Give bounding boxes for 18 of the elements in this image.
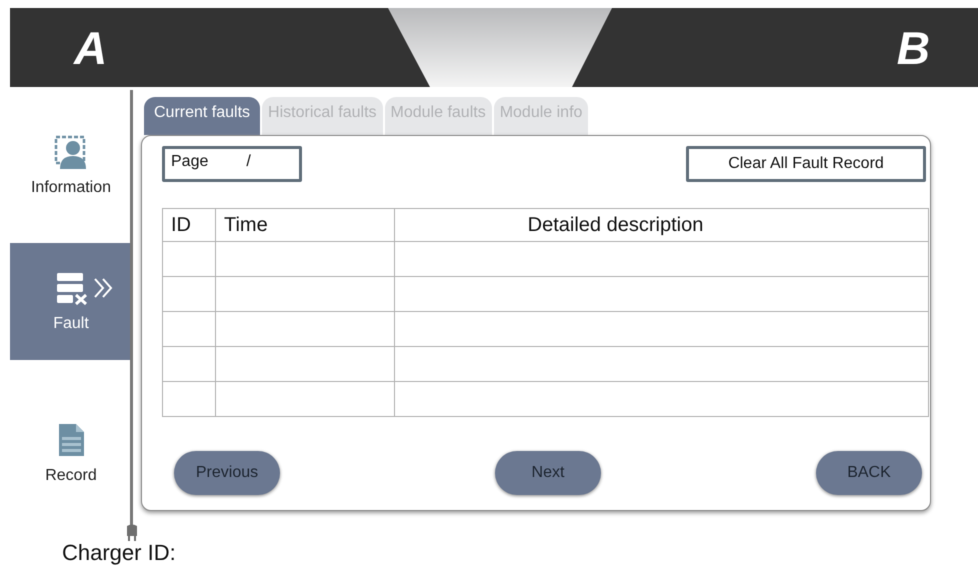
chevron-icon xyxy=(93,276,113,299)
clear-records-button[interactable]: Clear All Fault Record xyxy=(686,146,926,182)
sidebar-item[interactable]: Information xyxy=(10,123,132,244)
tab[interactable]: Current faults xyxy=(144,97,260,135)
column-header: Detailed description xyxy=(394,208,928,242)
nav-button[interactable]: BACK xyxy=(816,451,922,495)
header-letter: A xyxy=(74,20,108,74)
nav-button[interactable]: Next xyxy=(495,451,601,495)
page-field[interactable]: Page / xyxy=(162,146,302,182)
column-header: Time xyxy=(216,208,394,242)
charger-id-label: Charger ID: xyxy=(62,540,176,565)
header-letter: B xyxy=(896,20,930,74)
sidebar-item[interactable]: Fault xyxy=(10,243,132,360)
person-card-icon xyxy=(54,135,88,169)
column-header: ID xyxy=(162,208,216,242)
nav-button[interactable]: Previous xyxy=(174,451,280,495)
fault-list-icon xyxy=(55,270,89,305)
sidebar-item[interactable]: Record xyxy=(10,395,132,512)
